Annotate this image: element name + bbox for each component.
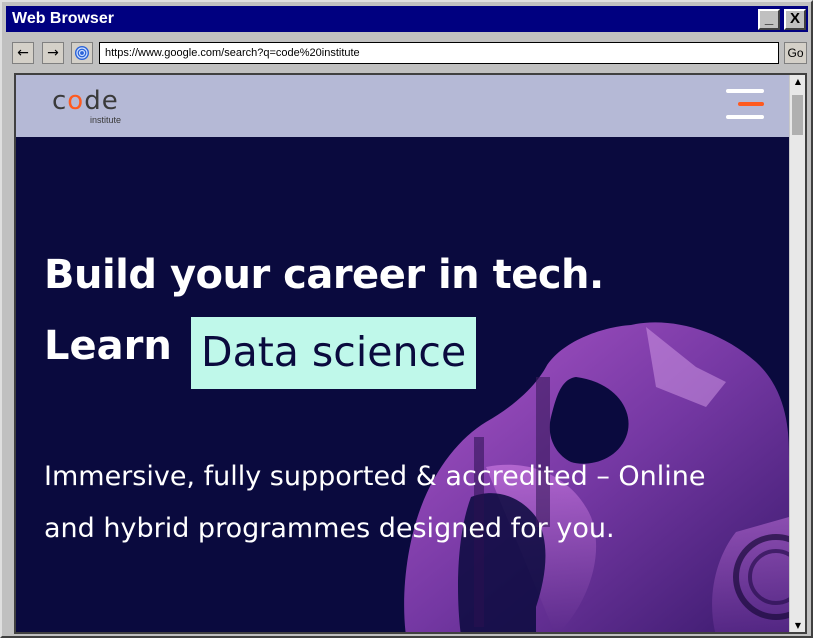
logo-wordmark: code <box>52 87 119 115</box>
scroll-down-arrow[interactable]: ▼ <box>793 621 803 630</box>
back-button[interactable]: ← <box>12 42 34 64</box>
forward-button[interactable]: → <box>42 42 64 64</box>
browser-window: Web Browser _ X ← → Go code institute <box>0 0 813 638</box>
go-button[interactable]: Go <box>784 42 807 64</box>
logo-letter-o: o <box>67 86 85 116</box>
logo-subtitle: institute <box>90 115 122 125</box>
logo-letter-c: c <box>52 86 68 116</box>
vertical-scrollbar[interactable]: ▲ ▼ <box>789 75 805 632</box>
navigation-bar: ← → Go <box>10 40 807 68</box>
hero-headline-2-prefix: Learn <box>44 323 172 369</box>
hero-highlight-course: Data science <box>191 317 477 389</box>
title-bar: Web Browser _ X <box>6 6 808 32</box>
hero-headline-1: Build your career in tech. <box>44 252 604 298</box>
code-institute-logo[interactable]: code institute <box>52 87 121 125</box>
site-header: code institute <box>16 75 789 137</box>
minimize-button[interactable]: _ <box>758 9 780 30</box>
window-title: Web Browser <box>12 10 114 27</box>
hero-section: Build your career in tech. Learn Data sc… <box>16 137 789 632</box>
page-viewport: code institute Build your career in tech… <box>14 73 807 634</box>
scroll-up-arrow[interactable]: ▲ <box>793 77 803 86</box>
hamburger-menu-icon[interactable] <box>726 89 764 121</box>
hero-subheadline: Immersive, fully supported & accredited … <box>44 461 706 544</box>
browser-spiral-icon <box>75 46 89 60</box>
address-bar[interactable] <box>99 42 779 64</box>
home-button[interactable] <box>71 42 93 64</box>
close-button[interactable]: X <box>784 9 806 30</box>
logo-letters-de: de <box>84 86 119 116</box>
scroll-thumb[interactable] <box>792 95 803 135</box>
